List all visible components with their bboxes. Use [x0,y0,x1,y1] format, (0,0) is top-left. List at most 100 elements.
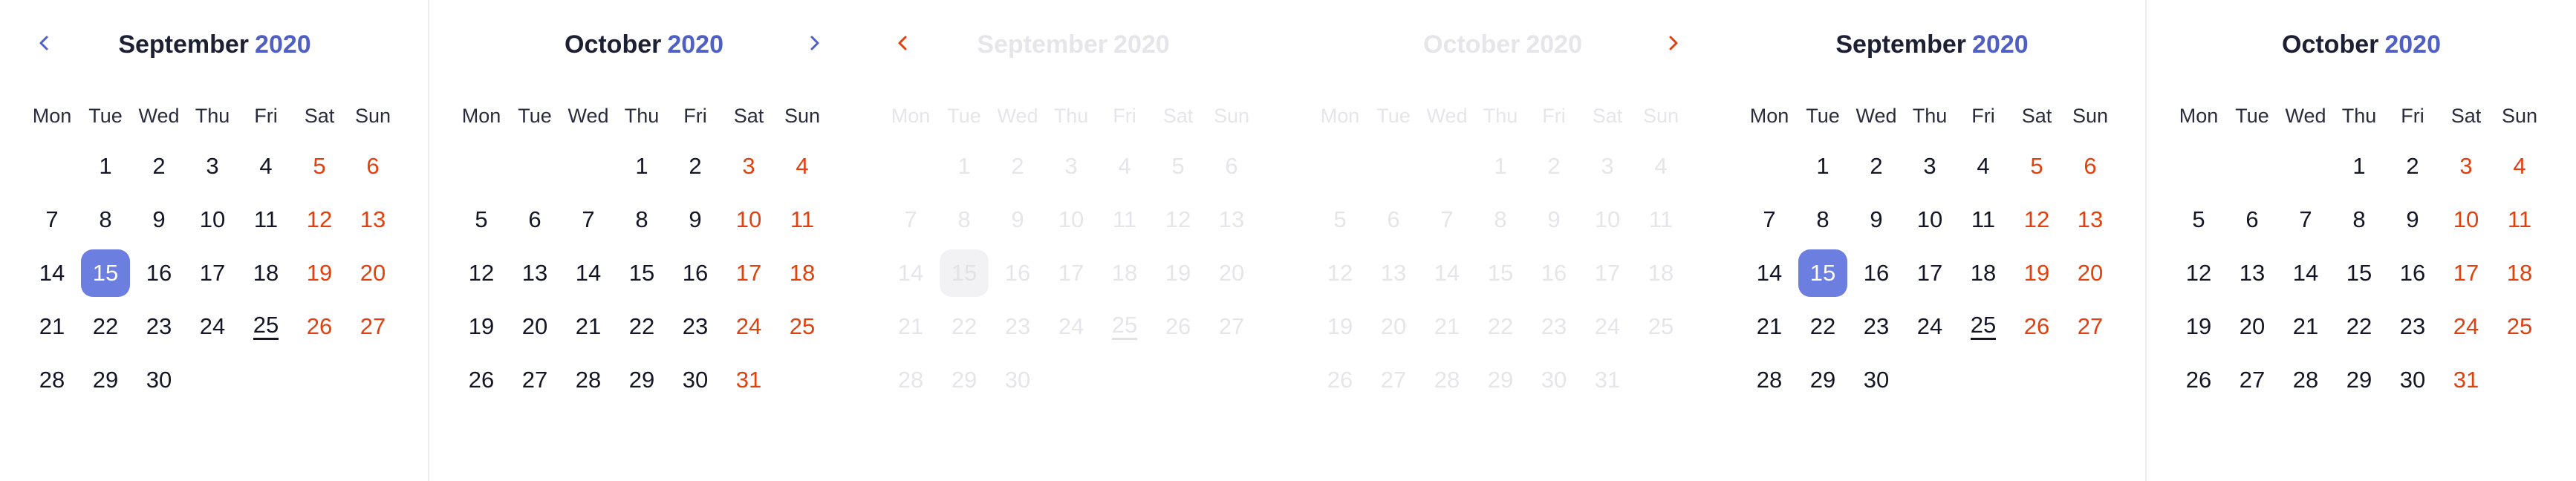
day-cell[interactable]: 19 [457,303,506,350]
day-cell[interactable]: 26 [457,356,506,404]
day-cell[interactable]: 6 [1369,196,1418,243]
day-cell[interactable]: 16 [1852,249,1901,297]
day-cell[interactable]: 20 [2228,303,2277,350]
day-cell[interactable]: 18 [778,249,827,297]
day-cell[interactable]: 10 [1905,196,1954,243]
day-cell[interactable]: 29 [1476,356,1525,404]
day-cell[interactable]: 3 [2442,143,2491,190]
day-cell[interactable]: 9 [671,196,720,243]
day-cell[interactable]: 31 [2442,356,2491,404]
day-cell[interactable]: 9 [1529,196,1578,243]
day-cell[interactable]: 26 [1315,356,1365,404]
day-cell[interactable]: 4 [1100,143,1149,190]
day-cell[interactable]: 21 [886,303,935,350]
day-cell[interactable]: 7 [564,196,613,243]
day-cell[interactable]: 12 [2174,249,2223,297]
day-cell[interactable]: 11 [778,196,827,243]
day-cell[interactable]: 22 [1798,303,1847,350]
day-cell[interactable]: 15 [1476,249,1525,297]
day-cell[interactable]: 5 [295,143,344,190]
day-cell[interactable]: 29 [617,356,666,404]
day-cell[interactable]: 4 [2495,143,2544,190]
day-cell[interactable]: 2 [134,143,183,190]
next-month-button[interactable] [796,27,832,62]
day-cell[interactable]: 11 [241,196,290,243]
day-cell[interactable]: 17 [1583,249,1632,297]
day-cell[interactable]: 20 [2066,249,2115,297]
day-cell[interactable]: 19 [1315,303,1365,350]
day-cell[interactable]: 28 [1745,356,1794,404]
selected-day-cell[interactable]: 15 [940,249,989,297]
day-cell[interactable]: 24 [1905,303,1954,350]
day-cell[interactable]: 28 [27,356,77,404]
day-cell[interactable]: 12 [295,196,344,243]
day-cell[interactable]: 11 [1100,196,1149,243]
day-cell[interactable]: 24 [1583,303,1632,350]
day-cell[interactable]: 16 [671,249,720,297]
day-cell[interactable]: 21 [27,303,77,350]
day-cell[interactable]: 12 [2012,196,2061,243]
day-cell[interactable]: 26 [2174,356,2223,404]
day-cell[interactable]: 14 [1745,249,1794,297]
day-cell[interactable]: 18 [2495,249,2544,297]
day-cell[interactable]: 25 [241,303,290,350]
day-cell[interactable]: 1 [1798,143,1847,190]
day-cell[interactable]: 20 [510,303,559,350]
day-cell[interactable]: 4 [1636,143,1685,190]
day-cell[interactable]: 30 [1852,356,1901,404]
day-cell[interactable]: 17 [188,249,237,297]
day-cell[interactable]: 2 [671,143,720,190]
day-cell[interactable]: 15 [617,249,666,297]
day-cell[interactable]: 10 [1583,196,1632,243]
day-cell[interactable]: 6 [1207,143,1256,190]
day-cell[interactable]: 15 [2335,249,2384,297]
day-cell[interactable]: 30 [134,356,183,404]
day-cell[interactable]: 13 [1369,249,1418,297]
day-cell[interactable]: 18 [1636,249,1685,297]
day-cell[interactable]: 16 [993,249,1042,297]
day-cell[interactable]: 14 [2281,249,2330,297]
day-cell[interactable]: 11 [1959,196,2008,243]
day-cell[interactable]: 3 [724,143,773,190]
day-cell[interactable]: 21 [2281,303,2330,350]
day-cell[interactable]: 16 [134,249,183,297]
day-cell[interactable]: 26 [1154,303,1203,350]
day-cell[interactable]: 10 [724,196,773,243]
day-cell[interactable]: 13 [510,249,559,297]
day-cell[interactable]: 6 [348,143,397,190]
prev-month-button[interactable] [885,27,921,62]
day-cell[interactable]: 23 [2388,303,2437,350]
day-cell[interactable]: 6 [510,196,559,243]
day-cell[interactable]: 23 [1852,303,1901,350]
selected-day-cell[interactable]: 15 [1798,249,1847,297]
day-cell[interactable]: 27 [2228,356,2277,404]
day-cell[interactable]: 23 [993,303,1042,350]
day-cell[interactable]: 10 [188,196,237,243]
day-cell[interactable]: 3 [1583,143,1632,190]
day-cell[interactable]: 7 [1745,196,1794,243]
day-cell[interactable]: 13 [348,196,397,243]
day-cell[interactable]: 25 [2495,303,2544,350]
day-cell[interactable]: 24 [724,303,773,350]
day-cell[interactable]: 30 [993,356,1042,404]
day-cell[interactable]: 12 [1315,249,1365,297]
day-cell[interactable]: 8 [2335,196,2384,243]
day-cell[interactable]: 22 [81,303,130,350]
day-cell[interactable]: 1 [2335,143,2384,190]
day-cell[interactable]: 25 [778,303,827,350]
day-cell[interactable]: 23 [1529,303,1578,350]
day-cell[interactable]: 19 [2012,249,2061,297]
day-cell[interactable]: 27 [1207,303,1256,350]
prev-month-button[interactable] [27,27,62,62]
day-cell[interactable]: 23 [134,303,183,350]
day-cell[interactable]: 6 [2228,196,2277,243]
day-cell[interactable]: 20 [348,249,397,297]
day-cell[interactable]: 17 [1905,249,1954,297]
day-cell[interactable]: 10 [1047,196,1096,243]
day-cell[interactable]: 3 [1905,143,1954,190]
day-cell[interactable]: 20 [1207,249,1256,297]
day-cell[interactable]: 1 [1476,143,1525,190]
day-cell[interactable]: 29 [1798,356,1847,404]
day-cell[interactable]: 1 [617,143,666,190]
day-cell[interactable]: 26 [2012,303,2061,350]
